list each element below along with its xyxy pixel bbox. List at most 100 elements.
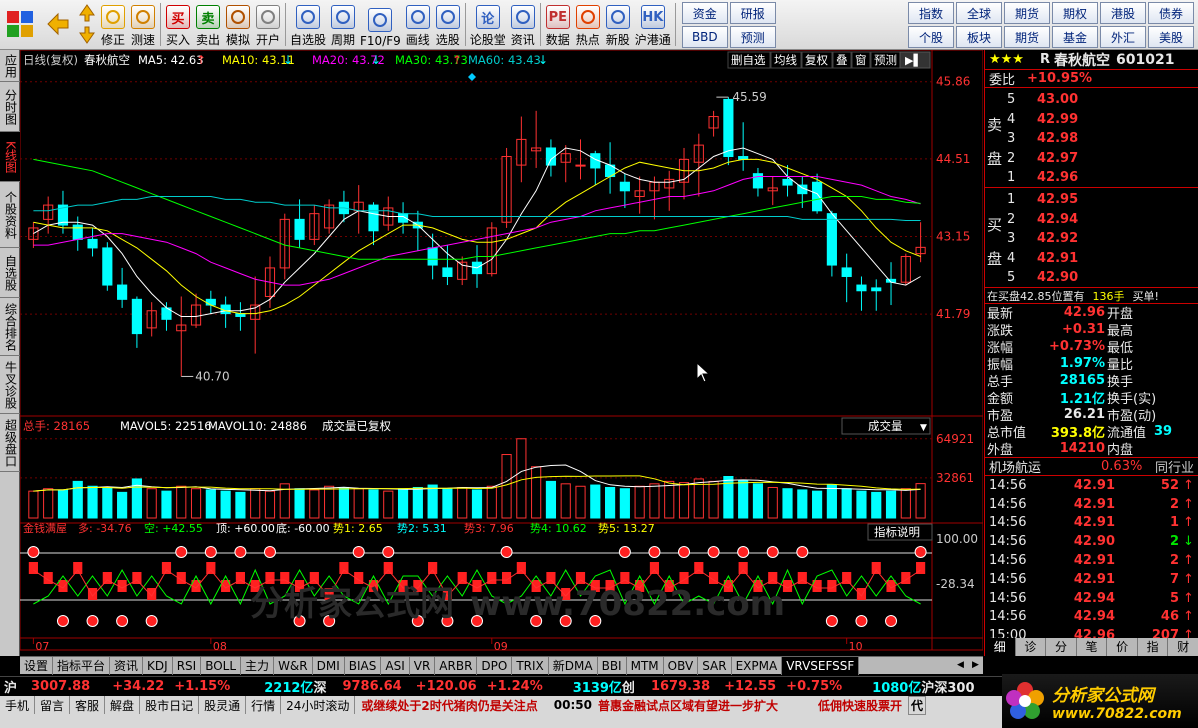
logo-icon[interactable]	[0, 0, 40, 50]
toolbar-button-14[interactable]: 热点	[573, 0, 603, 50]
status-item-4[interactable]: 股市日记	[140, 696, 200, 714]
left-tab-0[interactable]: 应用	[0, 50, 20, 82]
indicator-tab-8[interactable]: DMI	[313, 656, 345, 675]
toolbar-button-15[interactable]: 新股	[603, 0, 633, 50]
same-industry-link[interactable]: 同行业	[1155, 458, 1194, 475]
status-item-1[interactable]: 留言	[35, 696, 71, 714]
left-tab-1[interactable]: 分时图	[0, 82, 20, 132]
news-extra[interactable]: 代	[907, 695, 926, 715]
indicator-tab-16[interactable]: BBI	[598, 656, 627, 675]
left-tab-4[interactable]: 自选股	[0, 248, 20, 298]
buy-level[interactable]: 2 42.94	[1007, 210, 1197, 229]
indicator-tab-19[interactable]: SAR	[698, 656, 732, 675]
hs300-label[interactable]: 沪深300	[921, 677, 974, 696]
indicator-tab-5[interactable]: BOLL	[201, 656, 242, 675]
sz-value[interactable]: 9786.64	[342, 679, 401, 694]
left-tab-7[interactable]: 超级盘口	[0, 414, 20, 472]
indicator-tab-3[interactable]: KDJ	[143, 656, 173, 675]
toolbar-button-5[interactable]: 开户	[253, 0, 283, 50]
market-button-9[interactable]: 基金	[1052, 26, 1098, 48]
panel-tab-1[interactable]: 诊	[1016, 638, 1047, 656]
buy-level[interactable]: 1 42.95	[1007, 190, 1197, 209]
indicator-tab-7[interactable]: W&R	[274, 656, 313, 675]
market-button-4[interactable]: 港股	[1100, 2, 1146, 24]
panel-tab-6[interactable]: 财	[1168, 638, 1198, 656]
indicator-tab-12[interactable]: ARBR	[435, 656, 478, 675]
status-item-6[interactable]: 行情	[246, 696, 282, 714]
sector-name[interactable]: 机场航运	[989, 458, 1041, 475]
market-button-3[interactable]: 期权	[1052, 2, 1098, 24]
toolbar-button-2[interactable]: 买买入	[163, 0, 193, 50]
back-icon[interactable]	[40, 0, 76, 50]
toolbar-button-12[interactable]: 资讯	[508, 0, 538, 50]
news-item-1[interactable]: 或继续处于2时代猪肉仍是关注点	[361, 697, 537, 714]
sell-level[interactable]: 5 43.00	[1007, 90, 1197, 109]
market-button-10[interactable]: 外汇	[1100, 26, 1146, 48]
quick-button-1[interactable]: 研报	[729, 2, 776, 24]
toolbar-button-6[interactable]: 自选股	[288, 0, 328, 50]
status-item-7[interactable]: 24小时滚动	[281, 696, 356, 714]
indicator-tab-6[interactable]: 主力	[241, 656, 275, 675]
quick-button-0[interactable]: 资金	[681, 2, 728, 24]
indicator-tab-0[interactable]: 设置	[20, 656, 54, 675]
indicator-tab-21[interactable]: VRVSEFSSF	[782, 656, 860, 675]
panel-tab-5[interactable]: 指	[1138, 638, 1169, 656]
status-item-2[interactable]: 客服	[70, 696, 106, 714]
toolbar-button-8[interactable]: F10/F9	[358, 0, 403, 50]
indicator-tab-11[interactable]: VR	[410, 656, 436, 675]
tab-scroll-left-icon[interactable]: ◀	[953, 657, 968, 674]
left-tab-5[interactable]: 综合排名	[0, 298, 20, 356]
up-arrow-icon[interactable]	[78, 3, 96, 23]
toolbar-button-1[interactable]: 测速	[128, 0, 158, 50]
toolbar-button-13[interactable]: PE 数据	[543, 0, 573, 50]
indicator-tab-15[interactable]: 新DMA	[549, 656, 598, 675]
indicator-tab-14[interactable]: TRIX	[512, 656, 549, 675]
indicator-tab-20[interactable]: EXPMA	[732, 656, 783, 675]
indicator-tab-4[interactable]: RSI	[173, 656, 202, 675]
market-button-1[interactable]: 全球	[956, 2, 1002, 24]
indicator-tab-2[interactable]: 资讯	[110, 656, 144, 675]
news-ticker[interactable]: 或继续处于2时代猪肉仍是关注点 00:50 普惠金融试点区域有望进一步扩大 低佣…	[355, 695, 926, 715]
sell-level[interactable]: 3 42.98	[1007, 129, 1197, 148]
panel-tab-3[interactable]: 笔	[1077, 638, 1108, 656]
market-button-5[interactable]: 债券	[1148, 2, 1194, 24]
panel-tab-0[interactable]: 细	[985, 638, 1016, 656]
news-item-3[interactable]: 低佣快速股票开	[818, 697, 902, 714]
status-item-5[interactable]: 股灵通	[199, 696, 247, 714]
buy-level[interactable]: 3 42.92	[1007, 229, 1197, 248]
toolbar-button-4[interactable]: 模拟	[223, 0, 253, 50]
toolbar-button-10[interactable]: 选股	[433, 0, 463, 50]
panel-tab-4[interactable]: 价	[1107, 638, 1138, 656]
news-item-2[interactable]: 普惠金融试点区域有望进一步扩大	[598, 697, 778, 714]
sell-level[interactable]: 1 42.96	[1007, 168, 1197, 187]
tab-scroll-right-icon[interactable]: ▶	[968, 657, 983, 674]
toolbar-button-9[interactable]: 画线	[403, 0, 433, 50]
market-button-6[interactable]: 个股	[908, 26, 954, 48]
toolbar-button-3[interactable]: 卖卖出	[193, 0, 223, 50]
toolbar-button-11[interactable]: 论论股堂	[468, 0, 508, 50]
scroll-arrows[interactable]	[76, 0, 98, 50]
market-button-11[interactable]: 美股	[1148, 26, 1194, 48]
toolbar-button-7[interactable]: 周期	[328, 0, 358, 50]
chart-area[interactable]: 45.86 44.51 43.15 41.79 45.59 40.70 日线(复权) 春秋航空…	[19, 49, 984, 656]
left-tab-2[interactable]: K线图	[0, 132, 20, 182]
indicator-tab-13[interactable]: DPO	[477, 656, 513, 675]
left-tab-6[interactable]: 牛叉诊股	[0, 356, 20, 414]
sh-value[interactable]: 3007.88	[31, 679, 90, 694]
status-item-0[interactable]: 手机	[0, 696, 36, 714]
indicator-tab-9[interactable]: BIAS	[345, 656, 382, 675]
indicator-tab-17[interactable]: MTM	[627, 656, 664, 675]
buy-level[interactable]: 4 42.91	[1007, 249, 1197, 268]
quick-button-3[interactable]: 预测	[729, 26, 776, 48]
quick-button-2[interactable]: BBD	[681, 26, 728, 48]
cy-value[interactable]: 1679.38	[651, 679, 710, 694]
toolbar-button-16[interactable]: HK 沪港通	[633, 0, 673, 50]
market-button-7[interactable]: 板块	[956, 26, 1002, 48]
sector-row[interactable]: 机场航运 0.63% 同行业	[985, 458, 1198, 476]
toolbar-button-0[interactable]: 修正	[98, 0, 128, 50]
sell-level[interactable]: 4 42.99	[1007, 110, 1197, 129]
indicator-tab-10[interactable]: ASI	[381, 656, 410, 675]
indicator-tab-1[interactable]: 指标平台	[53, 656, 111, 675]
left-tab-3[interactable]: 个股资料	[0, 182, 20, 248]
status-item-3[interactable]: 解盘	[105, 696, 141, 714]
